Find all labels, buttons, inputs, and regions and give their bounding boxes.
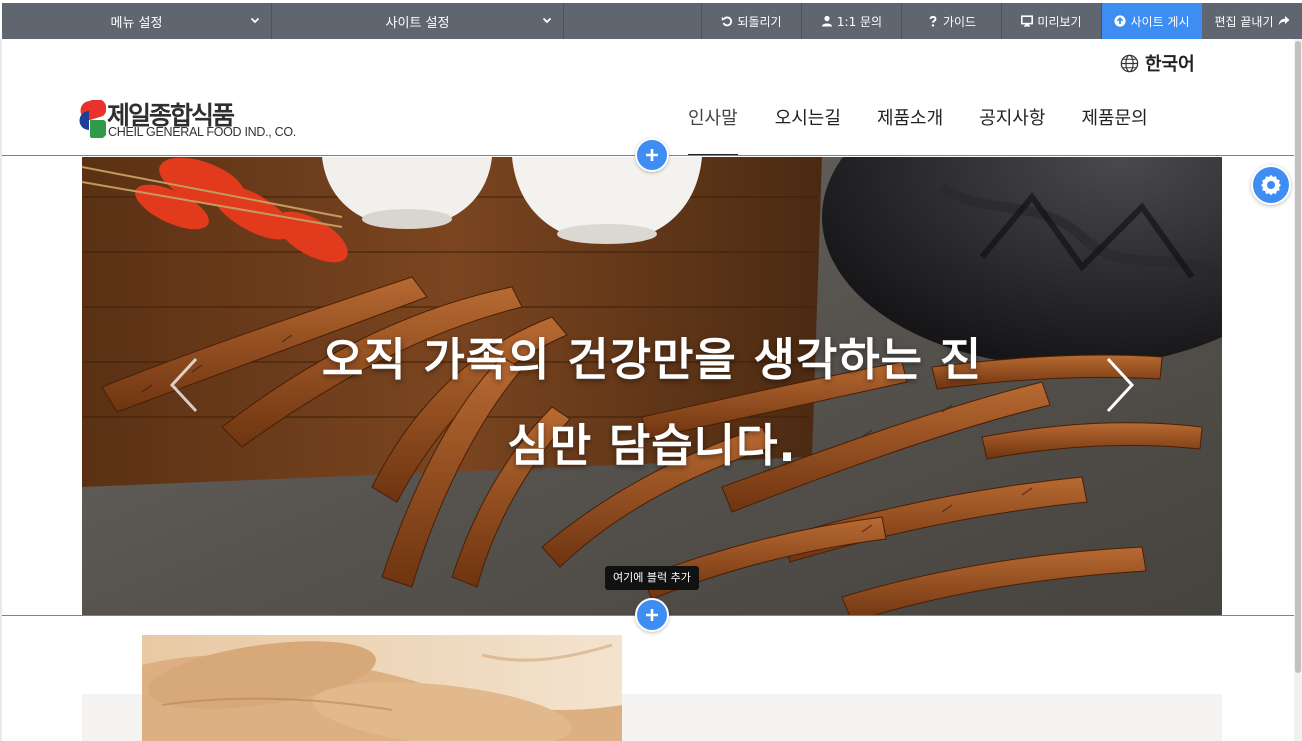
add-block-tooltip: 여기에 블럭 추가 [605, 566, 699, 590]
site-settings-label: 사이트 설정 [385, 15, 450, 31]
undo-icon [722, 16, 733, 27]
main-navigation: 인사말 오시는길 제품소개 공지사항 제품문의 [670, 104, 1166, 156]
site-logo[interactable]: 제일종합식품 CHEIL GENERAL FOOD IND., CO. [74, 98, 304, 142]
vertical-scrollbar[interactable] [1294, 39, 1302, 741]
nav-item-directions[interactable]: 오시는길 [756, 104, 859, 156]
hero-slider: 오직 가족의 건강만을 생각하는 진 심만 담습니다. [82, 157, 1222, 615]
nav-item-products[interactable]: 제품소개 [859, 104, 961, 156]
publish-label: 사이트 게시 [1130, 14, 1190, 29]
arrow-up-circle-icon [1114, 15, 1127, 27]
add-block-button-top[interactable] [635, 138, 669, 172]
toolbar-spacer [564, 3, 702, 39]
preview-label: 미리보기 [1037, 14, 1082, 29]
menu-settings-dropdown[interactable]: 메뉴 설정 [2, 3, 272, 39]
exit-edit-button[interactable]: 편집 끝내기 [1202, 3, 1302, 39]
globe-icon [1120, 54, 1139, 72]
language-label: 한국어 [1145, 54, 1195, 74]
language-selector[interactable]: 한국어 [1120, 50, 1195, 76]
page: 메뉴 설정 사이트 설정 되돌리기 1:1 문의 가이드 미리보기 사이트 게시 [0, 0, 1302, 741]
viewport-edge [0, 39, 2, 741]
editor-toolbar: 메뉴 설정 사이트 설정 되돌리기 1:1 문의 가이드 미리보기 사이트 게시 [2, 3, 1302, 39]
chevron-down-icon [250, 17, 260, 24]
ginseng-photo [142, 635, 622, 741]
guide-label: 가이드 [942, 14, 977, 29]
nav-item-notices[interactable]: 공지사항 [961, 104, 1063, 156]
site-settings-dropdown[interactable]: 사이트 설정 [272, 3, 564, 39]
hero-caption-line1: 오직 가족의 건강만을 생각하는 진 [321, 333, 983, 386]
share-arrow-icon [1278, 16, 1289, 26]
inquiry-button[interactable]: 1:1 문의 [802, 3, 902, 39]
nav-item-product-inquiry[interactable]: 제품문의 [1063, 104, 1165, 156]
plus-icon [646, 149, 658, 161]
chevron-right-icon[interactable] [1102, 355, 1138, 415]
preview-button[interactable]: 미리보기 [1002, 3, 1102, 39]
user-icon [821, 15, 832, 27]
question-icon [929, 15, 937, 27]
undo-button[interactable]: 되돌리기 [702, 3, 802, 39]
exit-edit-label: 편집 끝내기 [1214, 14, 1274, 29]
inquiry-label: 1:1 문의 [836, 14, 883, 29]
chevron-down-icon [542, 17, 552, 24]
block-settings-button[interactable] [1251, 165, 1291, 205]
add-block-button-bottom[interactable] [635, 598, 669, 632]
logo-mark-icon [79, 100, 106, 138]
hero-caption: 오직 가족의 건강만을 생각하는 진 심만 담습니다. [302, 317, 1002, 488]
chevron-left-icon[interactable] [166, 355, 202, 415]
publish-button[interactable]: 사이트 게시 [1102, 3, 1202, 39]
nav-item-greeting[interactable]: 인사말 [670, 104, 756, 156]
undo-label: 되돌리기 [737, 14, 782, 29]
monitor-icon [1021, 15, 1034, 27]
gear-icon [1261, 174, 1281, 196]
hero-caption-line2: 심만 담습니다. [507, 418, 797, 472]
plus-icon [646, 609, 658, 621]
menu-settings-label: 메뉴 설정 [110, 15, 163, 31]
scrollbar-thumb[interactable] [1295, 41, 1301, 673]
ginseng-image [142, 635, 622, 741]
logo-english-text: CHEIL GENERAL FOOD IND., CO. [108, 125, 296, 139]
guide-button[interactable]: 가이드 [902, 3, 1002, 39]
